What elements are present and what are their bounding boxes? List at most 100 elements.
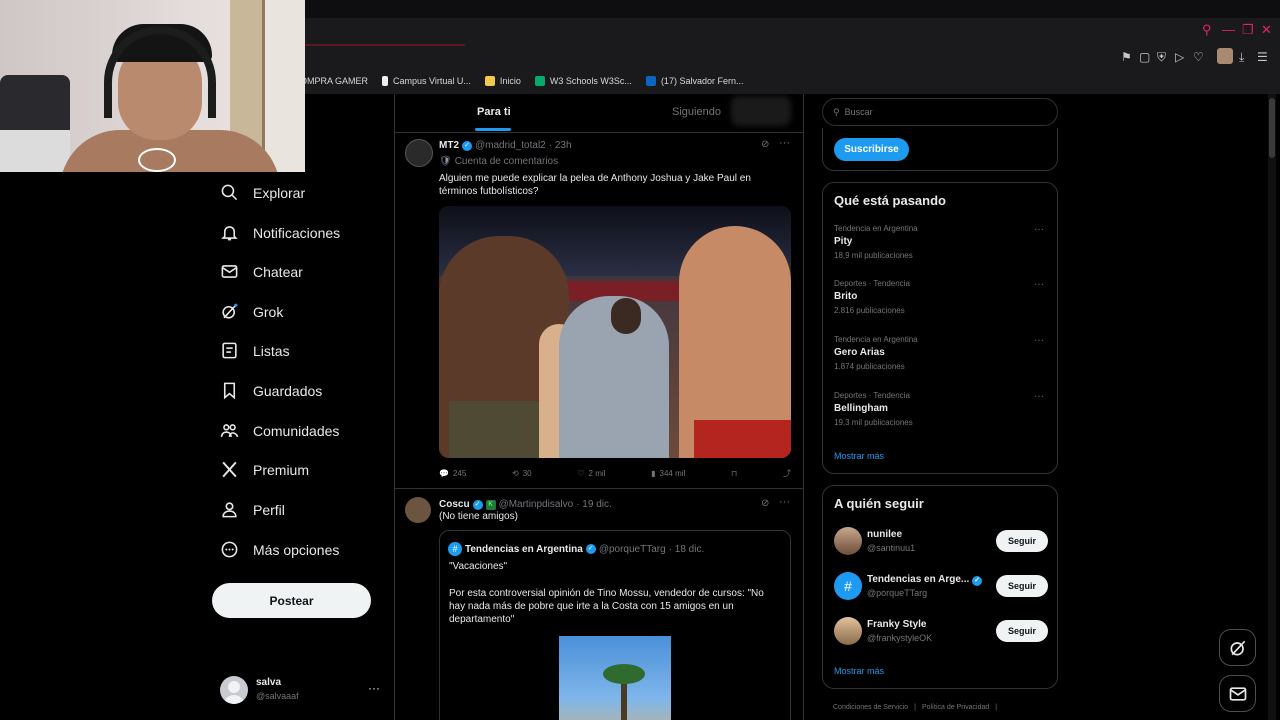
tweet-avatar[interactable] — [405, 497, 431, 523]
bookmark-item[interactable]: W3 Schools W3Sc... — [534, 74, 632, 88]
subscribe-button[interactable]: Suscribirse — [834, 138, 909, 161]
follow-button[interactable]: Seguir — [996, 530, 1048, 552]
trend-item[interactable]: Tendencia en Argentina Gero Arias 1.874 … — [834, 335, 1048, 371]
bookmark-tweet-button[interactable]: ⊓ — [731, 468, 737, 479]
nav-lists[interactable]: Listas — [220, 341, 290, 360]
download-icon[interactable]: ⤓ — [1239, 50, 1244, 65]
restore-icon[interactable]: ❐ — [1242, 22, 1254, 38]
tabs-icon[interactable]: ▢ — [1139, 50, 1150, 64]
show-more-trends-link[interactable]: Mostrar más — [834, 451, 884, 461]
nav-chat[interactable]: Chatear — [220, 262, 303, 281]
scrollbar-thumb[interactable] — [1269, 98, 1275, 158]
tweet-avatar[interactable] — [405, 139, 433, 167]
tweet-handle[interactable]: @madrid_total2 — [475, 140, 546, 151]
menu-icon[interactable]: ☰ — [1257, 50, 1268, 64]
footer-link-privacy[interactable]: Política de Privacidad — [922, 704, 989, 711]
trend-count: 19,3 mil publicaciones — [834, 418, 913, 427]
play-icon[interactable]: ▷ — [1175, 50, 1184, 64]
pin-icon[interactable]: ⚑ — [1121, 50, 1132, 64]
bookmark-item[interactable]: (17) Salvador Fern... — [645, 74, 743, 88]
trend-meta: Deportes · Tendencia — [834, 391, 910, 400]
trend-more-icon[interactable]: ··· — [1034, 391, 1044, 402]
timeline-tabs: Para ti Siguiendo — [395, 94, 803, 133]
nav-communities[interactable]: Comunidades — [220, 421, 339, 440]
follow-button[interactable]: Seguir — [996, 620, 1048, 642]
shield-icon[interactable]: ⛨ — [1157, 50, 1166, 65]
tweet-more-icon[interactable]: ··· — [779, 137, 790, 149]
follow-handle: @frankystyleOK — [867, 633, 933, 643]
messages-float-button[interactable] — [1219, 675, 1256, 712]
nav-more-options[interactable]: Más opciones — [220, 540, 339, 559]
heart-icon[interactable]: ♡ — [1193, 50, 1204, 64]
tweet-context-label: Cuenta de comentarios — [454, 156, 559, 167]
bookmark-item[interactable]: Campus Virtual U... — [382, 74, 471, 88]
nav-label: Grok — [253, 303, 284, 320]
trend-item[interactable]: Tendencia en Argentina Pity 18,9 mil pub… — [834, 224, 1048, 260]
profile-avatar-icon[interactable] — [1217, 48, 1233, 64]
grok-analyze-icon[interactable]: ⊘ — [761, 139, 769, 150]
search-input[interactable]: ⚲ Buscar — [822, 98, 1058, 126]
tweet-handle[interactable]: @Martinpdisalvo — [499, 499, 574, 510]
avatar[interactable] — [834, 527, 862, 555]
trend-item[interactable]: Deportes · Tendencia Bellingham 19,3 mil… — [834, 391, 1048, 427]
quoted-tweet[interactable]: # Tendencias en Argentina ✓ @porqueTTarg… — [439, 530, 791, 720]
search-window-icon[interactable]: ⚲ — [1202, 22, 1212, 38]
bookmark-item[interactable]: Inicio — [484, 74, 521, 88]
views-button[interactable]: ▮ 344 mil — [651, 468, 685, 479]
trend-count: 2.816 publicaciones — [834, 306, 905, 315]
tweet[interactable]: Coscu ✓ K @Martinpdisalvo · 19 dic. ⊘ ··… — [395, 489, 803, 720]
close-window-icon[interactable]: ✕ — [1261, 22, 1272, 38]
tweet[interactable]: MT2 ✓ @madrid_total2 · 23h 🛡 Cuenta de c… — [395, 133, 803, 489]
nav-bookmarks[interactable]: Guardados — [220, 381, 322, 400]
w3schools-favicon-icon — [534, 76, 545, 86]
minimize-icon[interactable]: — — [1222, 22, 1235, 37]
nav-profile[interactable]: Perfil — [220, 500, 285, 519]
tab-for-you[interactable]: Para ti — [477, 106, 511, 118]
nav-premium[interactable]: Premium — [220, 460, 309, 479]
verified-badge-icon: ✓ — [972, 576, 983, 586]
verified-badge-icon: ✓ — [585, 544, 596, 554]
post-button[interactable]: Postear — [212, 583, 371, 618]
tab-following[interactable]: Siguiendo — [672, 106, 721, 118]
tweet-time[interactable]: · 19 dic. — [576, 499, 612, 510]
follow-name: Franky Style — [867, 619, 927, 630]
blurred-overlay — [731, 96, 791, 126]
trend-more-icon[interactable]: ··· — [1034, 279, 1044, 290]
tweet-author[interactable]: MT2 — [439, 140, 459, 151]
bookmark-item[interactable]: OMPRA GAMER — [300, 74, 368, 88]
repost-button[interactable]: ⟲ 30 — [512, 468, 532, 479]
show-more-follow-link[interactable]: Mostrar más — [834, 666, 884, 676]
search-icon: ⚲ — [833, 106, 840, 117]
heart-icon: ♡ — [577, 469, 585, 478]
share-button[interactable]: ⤴ — [783, 468, 791, 479]
nav-notifications[interactable]: Notificaciones — [220, 223, 340, 242]
trending-title: Qué está pasando — [834, 193, 946, 208]
follow-suggestion[interactable]: Franky Style @frankystyleOK Seguir — [834, 617, 1048, 647]
account-more-icon[interactable]: ··· — [368, 681, 380, 695]
hashtag-avatar-icon[interactable]: # — [834, 572, 862, 600]
trend-item[interactable]: Deportes · Tendencia Brito 2.816 publica… — [834, 279, 1048, 315]
quoted-media-image[interactable] — [559, 636, 671, 720]
tweet-time[interactable]: · 23h — [549, 140, 572, 151]
grok-float-button[interactable] — [1219, 629, 1256, 666]
footer-link-terms[interactable]: Condiciones de Servicio — [833, 704, 908, 711]
reply-button[interactable]: 💬 245 — [439, 468, 466, 479]
like-button[interactable]: ♡ 2 mil — [577, 468, 605, 479]
nav-label: Premium — [253, 461, 310, 478]
follow-button[interactable]: Seguir — [996, 575, 1048, 597]
follow-name-row: Tendencias en Arge... ✓ — [867, 574, 983, 586]
nav-explore[interactable]: Explorar — [220, 183, 305, 202]
nav-grok[interactable]: Grok — [220, 302, 283, 321]
account-switcher[interactable]: salva @salvaaaf ··· — [220, 675, 385, 707]
tweet-more-icon[interactable]: ··· — [779, 496, 790, 508]
grok-analyze-icon[interactable]: ⊘ — [761, 498, 769, 509]
tweet-media-image[interactable] — [439, 206, 791, 458]
avatar[interactable] — [834, 617, 862, 645]
follow-suggestion[interactable]: nunilee @santinuu1 Seguir — [834, 527, 1048, 557]
trend-more-icon[interactable]: ··· — [1034, 224, 1044, 235]
folder-favicon-icon — [484, 76, 495, 86]
follow-suggestion[interactable]: # Tendencias en Arge... ✓ @porqueTTarg S… — [834, 572, 1048, 602]
trend-more-icon[interactable]: ··· — [1034, 335, 1044, 346]
tweet-author[interactable]: Coscu — [439, 499, 470, 510]
scrollbar[interactable] — [1268, 94, 1276, 720]
